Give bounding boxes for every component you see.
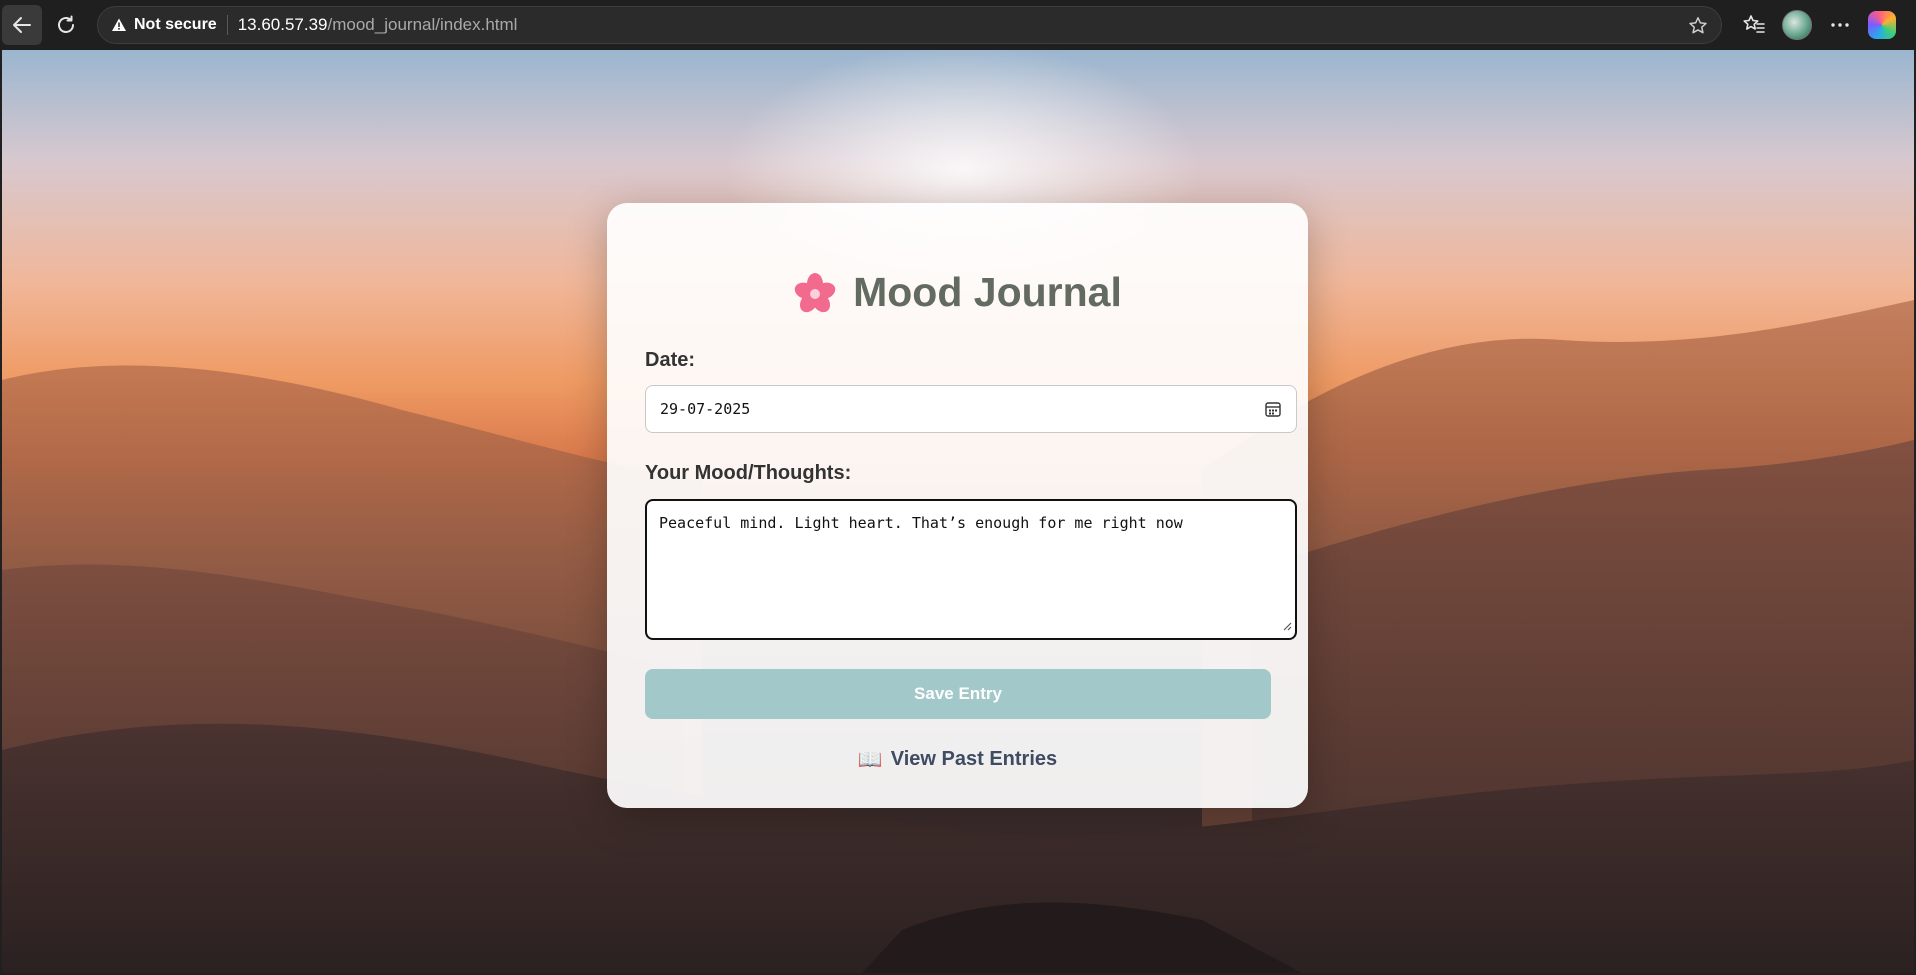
- star-icon[interactable]: [1687, 15, 1709, 42]
- book-icon: 📖: [857, 749, 883, 771]
- journal-card: Mood Journal Date: 29-07-2025 Your Mood/…: [607, 203, 1308, 808]
- browser-toolbar: Not secure 13.60.57.39/mood_journal/inde…: [0, 0, 1916, 50]
- page-title: Mood Journal: [607, 269, 1308, 316]
- date-value: 29-07-2025: [660, 400, 751, 418]
- address-divider: [226, 15, 228, 35]
- mood-label: Your Mood/Thoughts:: [645, 462, 852, 484]
- favorites-button[interactable]: [1736, 5, 1772, 45]
- address-bar[interactable]: Not secure 13.60.57.39/mood_journal/inde…: [97, 6, 1722, 44]
- resize-handle-icon[interactable]: [1282, 617, 1292, 635]
- mood-textarea[interactable]: Peaceful mind. Light heart. That’s enoug…: [645, 499, 1297, 640]
- url-path: /mood_journal/index.html: [327, 15, 518, 34]
- security-status[interactable]: Not secure: [134, 16, 217, 34]
- save-entry-button[interactable]: Save Entry: [645, 669, 1271, 719]
- date-label: Date:: [645, 349, 696, 371]
- view-past-entries-label: View Past Entries: [890, 748, 1058, 770]
- url-host: 13.60.57.39: [237, 15, 328, 34]
- url-text[interactable]: 13.60.57.39/mood_journal/index.html: [238, 15, 518, 35]
- more-button[interactable]: [1822, 5, 1858, 45]
- calendar-icon[interactable]: [1264, 400, 1282, 422]
- page-viewport: Mood Journal Date: 29-07-2025 Your Mood/…: [2, 50, 1914, 973]
- copilot-icon[interactable]: [1868, 11, 1896, 39]
- profile-avatar[interactable]: [1782, 10, 1812, 40]
- more-icon: [1831, 23, 1849, 27]
- reload-icon: [58, 15, 74, 33]
- toolbar-actions: [1736, 5, 1896, 45]
- title-text: Mood Journal: [853, 269, 1122, 315]
- cherry-blossom-icon: [794, 272, 836, 312]
- view-past-entries-link[interactable]: 📖 View Past Entries: [607, 747, 1308, 772]
- date-input[interactable]: 29-07-2025: [645, 385, 1297, 433]
- reload-button[interactable]: [46, 5, 86, 45]
- favorites-icon: [1743, 15, 1765, 33]
- warning-icon: [110, 16, 128, 34]
- back-arrow-icon: [13, 17, 31, 33]
- mood-text: Peaceful mind. Light heart. That’s enoug…: [659, 514, 1183, 532]
- back-button[interactable]: [2, 5, 42, 45]
